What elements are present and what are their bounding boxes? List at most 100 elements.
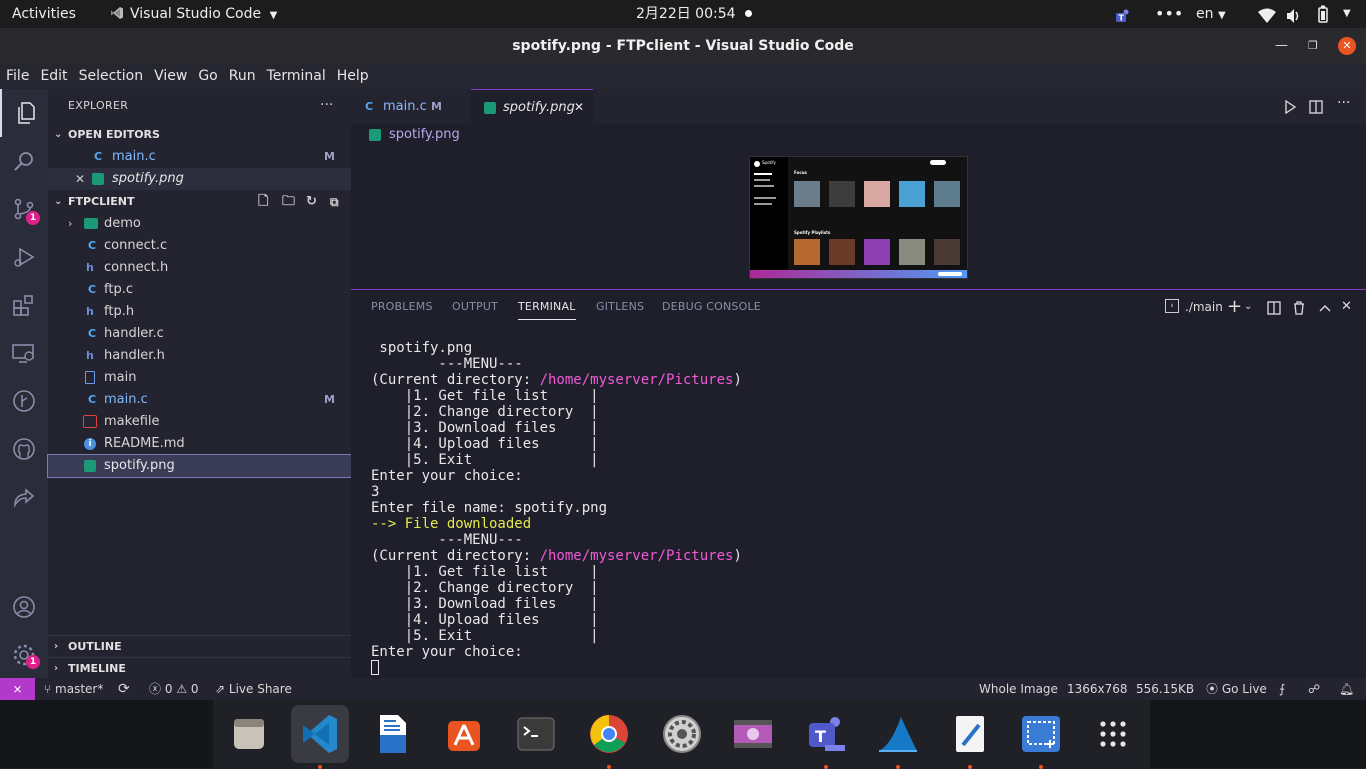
tree-item-handler-h[interactable]: h handler.h <box>48 345 351 367</box>
tab-output[interactable]: OUTPUT <box>452 290 498 324</box>
gitlens-activity[interactable] <box>0 377 48 425</box>
screenshot-app-icon[interactable] <box>1012 705 1070 769</box>
refresh-icon[interactable]: ↻ <box>306 191 317 213</box>
tab-gitlens[interactable]: GITLENS <box>596 290 644 324</box>
tree-item-main-c[interactable]: C main.c M <box>48 389 351 411</box>
manage-activity[interactable]: 1 <box>0 631 48 679</box>
show-applications-icon[interactable] <box>1084 705 1142 763</box>
close-icon[interactable]: ✕ <box>75 168 85 190</box>
notifications-bell-icon[interactable]: 🔔︎ <box>1339 678 1354 700</box>
go-live-button[interactable]: ⦿ Go Live <box>1206 678 1267 700</box>
timeline-header[interactable]: › TIMELINE <box>48 657 351 679</box>
libreoffice-writer-app-icon[interactable] <box>363 705 421 763</box>
tab-terminal[interactable]: TERMINAL <box>518 290 576 320</box>
tab-main-c[interactable]: C main.c M <box>351 89 471 124</box>
split-editor-icon[interactable] <box>1309 99 1323 118</box>
files-app-icon[interactable] <box>220 705 278 763</box>
breadcrumb-item[interactable]: spotify.png <box>389 124 460 146</box>
live-share-status[interactable]: ⇗ Live Share <box>215 678 292 700</box>
svg-text:T: T <box>1119 14 1125 23</box>
formatter-icon[interactable]: ⨍ <box>1279 678 1285 700</box>
menu-file[interactable]: File <box>0 64 34 89</box>
menu-view[interactable]: View <box>148 64 192 89</box>
terminal-output[interactable]: spotify.png ---MENU--- (Current directory… <box>371 340 742 676</box>
close-tab-icon[interactable]: ✕ <box>574 90 584 125</box>
problems-indicator[interactable]: ⓧ 0 ⚠ 0 <box>149 678 199 700</box>
app-menu[interactable]: Visual Studio Code ▼ <box>110 0 277 28</box>
image-scope[interactable]: Whole Image <box>979 678 1058 700</box>
open-editors-header[interactable]: ⌄ OPEN EDITORS <box>48 124 351 146</box>
live-share-activity[interactable] <box>0 473 48 521</box>
menu-run[interactable]: Run <box>223 64 261 89</box>
teams-tray-icon[interactable]: T <box>1115 6 1131 23</box>
maximize-button[interactable]: ❐ <box>1308 28 1318 64</box>
source-control-activity[interactable]: 1 <box>0 185 48 233</box>
settings-app-icon[interactable] <box>653 705 711 763</box>
tree-item-ftp-h[interactable]: h ftp.h <box>48 301 351 323</box>
tab-problems[interactable]: PROBLEMS <box>371 290 433 324</box>
tab-debug-console[interactable]: DEBUG CONSOLE <box>662 290 761 324</box>
explorer-activity[interactable] <box>0 89 48 137</box>
github-icon <box>13 438 35 460</box>
run-file-icon[interactable] <box>1283 99 1297 118</box>
extensions-activity[interactable] <box>0 281 48 329</box>
outline-header[interactable]: › OUTLINE <box>48 635 351 657</box>
activities-button[interactable]: Activities <box>12 0 76 28</box>
collapse-all-icon[interactable]: ⧉ <box>330 191 339 213</box>
tree-item-makefile[interactable]: makefile <box>48 411 351 433</box>
more-actions-icon[interactable]: ··· <box>1337 95 1350 111</box>
new-terminal-icon[interactable]: + <box>1227 290 1242 324</box>
wireshark-app-icon[interactable] <box>869 705 927 769</box>
tree-item-connect-c[interactable]: C connect.c <box>48 235 351 257</box>
menu-help[interactable]: Help <box>331 64 374 89</box>
split-terminal-icon[interactable] <box>1267 300 1281 319</box>
software-center-app-icon[interactable] <box>435 705 493 763</box>
accounts-activity[interactable] <box>0 583 48 631</box>
system-menu-chevron-icon[interactable]: ▼ <box>1343 0 1351 28</box>
maximize-panel-icon[interactable] <box>1319 300 1331 319</box>
chrome-app-icon[interactable] <box>580 705 638 769</box>
new-file-icon[interactable]: 🗋 <box>258 191 268 213</box>
vscode-app-icon[interactable] <box>291 705 349 769</box>
feedback-icon[interactable]: ☍ <box>1308 678 1320 700</box>
close-panel-icon[interactable]: ✕ <box>1341 290 1352 324</box>
teams-app-icon[interactable]: T <box>797 705 855 769</box>
trash-icon[interactable] <box>1292 300 1306 319</box>
clock[interactable]: 2月22日 00:54 <box>636 0 736 28</box>
search-activity[interactable] <box>0 137 48 185</box>
more-icon[interactable]: ••• <box>1155 0 1183 28</box>
video-app-icon[interactable] <box>724 705 782 763</box>
terminal-instance-name[interactable]: ./main <box>1185 290 1223 324</box>
tree-item-demo[interactable]: › demo <box>48 213 351 235</box>
remote-indicator-icon[interactable]: ⨯ <box>0 678 35 700</box>
menu-terminal[interactable]: Terminal <box>261 64 331 89</box>
minimize-button[interactable]: — <box>1275 28 1288 64</box>
open-editor-spotify-png[interactable]: ✕ spotify.png <box>48 168 351 190</box>
close-window-button[interactable]: ✕ <box>1338 37 1356 55</box>
language-indicator[interactable]: en ▼ <box>1196 0 1226 28</box>
terminal-app-icon[interactable] <box>507 705 565 763</box>
text-editor-app-icon[interactable] <box>941 705 999 769</box>
tree-item-main[interactable]: main <box>48 367 351 389</box>
tree-item-connect-h[interactable]: h connect.h <box>48 257 351 279</box>
menu-edit[interactable]: Edit <box>34 64 72 89</box>
menu-go[interactable]: Go <box>192 64 222 89</box>
sync-icon[interactable]: ⟳ <box>118 678 130 700</box>
open-editor-main-c[interactable]: C main.c M <box>48 146 351 168</box>
remote-explorer-activity[interactable] <box>0 329 48 377</box>
spotify-screenshot-image[interactable]: Spotify Focus Spotify Playlists <box>749 156 968 279</box>
tree-item-spotify-png[interactable]: spotify.png <box>47 454 352 478</box>
menu-selection[interactable]: Selection <box>73 64 149 89</box>
tab-spotify-png[interactable]: spotify.png ✕ <box>471 89 593 124</box>
tree-item-label: ftp.c <box>104 282 133 297</box>
git-branch[interactable]: ⑂ master* <box>44 678 103 700</box>
chevron-down-icon[interactable]: ⌄ <box>1244 290 1252 324</box>
run-debug-activity[interactable] <box>0 233 48 281</box>
tree-item-ftp-c[interactable]: C ftp.c <box>48 279 351 301</box>
tree-item-handler-c[interactable]: C handler.c <box>48 323 351 345</box>
ftpclient-folder-header[interactable]: ⌄ FTPCLIENT 🗋 🗀 ↻ ⧉ <box>48 191 351 213</box>
tree-item-readme[interactable]: i README.md <box>48 433 351 455</box>
new-folder-icon[interactable]: 🗀 <box>282 191 295 213</box>
more-actions-icon[interactable]: ··· <box>320 97 333 113</box>
github-activity[interactable] <box>0 425 48 473</box>
